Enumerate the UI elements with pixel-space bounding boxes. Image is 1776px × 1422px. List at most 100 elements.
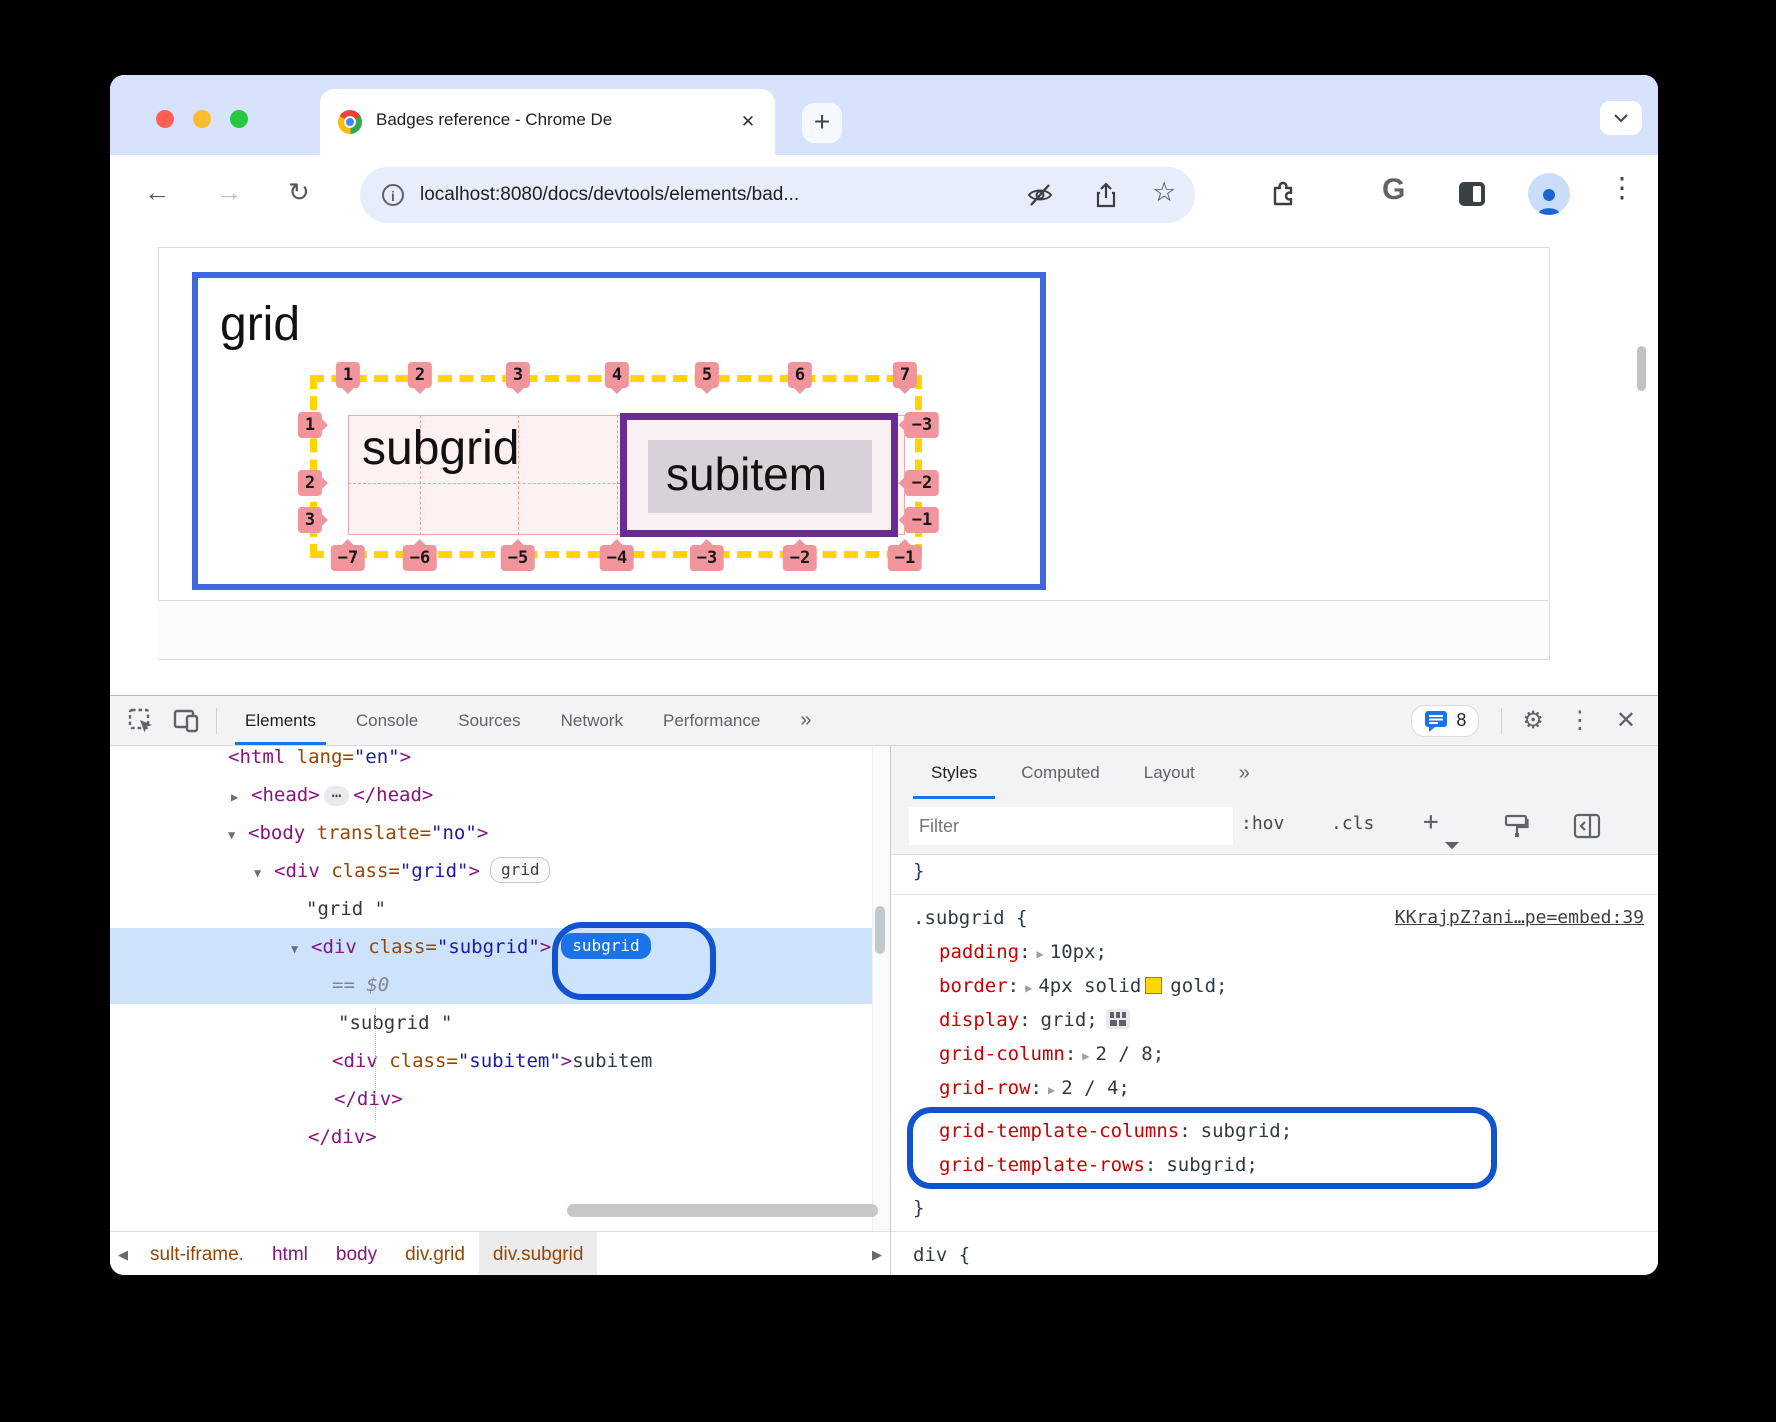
new-style-rule-button[interactable]: + xyxy=(1423,807,1439,837)
page-content: grid subgrid subitem 1 2 3 4 5 6 7 −7 −6… xyxy=(110,235,1658,695)
dom-row-div-subitem[interactable]: <div class="subitem">subitem xyxy=(110,1042,890,1080)
issues-counter-button[interactable]: 8 xyxy=(1411,705,1479,737)
extensions-puzzle-icon[interactable] xyxy=(1268,179,1298,209)
toggle-hover-state[interactable]: :hov xyxy=(1241,813,1284,834)
reload-button[interactable]: ↻ xyxy=(288,177,310,208)
breadcrumb-item-iframe[interactable]: sult-iframe. xyxy=(136,1232,258,1275)
new-tab-button[interactable]: + xyxy=(802,103,842,143)
grid-line-badge: 3 xyxy=(506,362,530,388)
url-text[interactable]: localhost:8080/docs/devtools/elements/ba… xyxy=(420,184,799,206)
tab-search-button[interactable] xyxy=(1600,101,1642,135)
tab-console[interactable]: Console xyxy=(336,696,438,745)
forward-button[interactable]: → xyxy=(216,177,242,208)
next-rule-partial[interactable]: div { xyxy=(891,1238,1658,1272)
dom-row-div-subgrid-selected[interactable]: ▼<div class="subgrid">subgrid xyxy=(110,928,890,966)
grid-line-badge: 5 xyxy=(695,362,719,388)
breadcrumb-item-body[interactable]: body xyxy=(322,1232,391,1275)
rule-close-brace: } xyxy=(891,1191,1658,1225)
dom-row-close-div[interactable]: </div> xyxy=(110,1118,890,1156)
css-selector[interactable]: .subgrid { xyxy=(913,901,1027,935)
side-panel-icon[interactable] xyxy=(1458,181,1486,207)
dom-row-head[interactable]: ▶<head>⋯</head> xyxy=(110,776,890,814)
breadcrumb-right-icon[interactable]: ▶ xyxy=(864,1247,890,1263)
previous-rule-close-brace: } xyxy=(891,854,1658,888)
tab-title-fade xyxy=(650,107,720,137)
grid-editor-icon[interactable] xyxy=(1106,1009,1130,1029)
grid-line-badge: 1 xyxy=(336,362,360,388)
traffic-light-minimize[interactable] xyxy=(193,110,211,128)
browser-menu-icon[interactable]: ⋮ xyxy=(1608,171,1636,204)
tab-styles[interactable]: Styles xyxy=(909,747,999,799)
css-property-border[interactable]: border:▶4px solidgold; xyxy=(891,969,1658,1003)
tab-sources[interactable]: Sources xyxy=(438,696,540,745)
google-g-icon[interactable]: G xyxy=(1382,173,1405,207)
styles-filter-input[interactable] xyxy=(909,807,1233,845)
page-scrollbar-thumb[interactable] xyxy=(1637,346,1646,391)
eye-off-icon[interactable] xyxy=(1026,181,1054,209)
breadcrumb-item-div-grid[interactable]: div.grid xyxy=(391,1232,479,1275)
tab-network[interactable]: Network xyxy=(541,696,643,745)
gold-color-swatch[interactable] xyxy=(1145,977,1162,994)
traffic-light-zoom[interactable] xyxy=(230,110,248,128)
tab-performance[interactable]: Performance xyxy=(643,696,780,745)
grid-line-badge: 6 xyxy=(788,362,812,388)
settings-gear-icon[interactable]: ⚙ xyxy=(1522,706,1544,735)
more-sidebar-tabs-icon[interactable]: » xyxy=(1217,747,1272,799)
back-button[interactable]: ← xyxy=(144,177,170,208)
dom-row-html[interactable]: <html lang="en"> xyxy=(110,746,890,776)
css-property-padding[interactable]: padding:▶10px; xyxy=(891,935,1658,969)
dom-row-grid-text[interactable]: "grid " xyxy=(110,890,890,928)
profile-avatar[interactable] xyxy=(1528,173,1570,215)
breadcrumb-left-icon[interactable]: ◀ xyxy=(110,1247,136,1263)
tab-elements[interactable]: Elements xyxy=(225,696,336,745)
elements-scrollbar-thumb[interactable] xyxy=(875,906,885,954)
rendering-emulations-icon[interactable] xyxy=(1503,813,1529,839)
devtools-panel: Elements Console Sources Network Perform… xyxy=(110,695,1658,1275)
collapse-icon[interactable]: ▼ xyxy=(291,930,311,968)
grid-badge[interactable]: grid xyxy=(490,857,551,883)
inspect-element-icon[interactable] xyxy=(128,708,154,734)
device-toolbar-icon[interactable] xyxy=(172,708,200,734)
devtools-menu-icon[interactable]: ⋮ xyxy=(1568,706,1592,735)
subgrid-badge[interactable]: subgrid xyxy=(561,933,650,959)
styles-sidebar: Styles Computed Layout » :hov .cls + xyxy=(891,746,1658,1275)
expand-shorthand-icon[interactable]: ▶ xyxy=(1031,947,1050,961)
css-property-grid-template-columns[interactable]: grid-template-columns:subgrid; xyxy=(913,1114,1491,1148)
tab-close-icon[interactable]: ✕ xyxy=(735,109,761,135)
dom-row-div-grid[interactable]: ▼<div class="grid">grid xyxy=(110,852,890,890)
breadcrumb-item-div-subgrid[interactable]: div.subgrid xyxy=(479,1232,597,1275)
expand-shorthand-icon[interactable]: ▶ xyxy=(1076,1049,1095,1063)
css-property-grid-column[interactable]: grid-column:▶2 / 8; xyxy=(891,1037,1658,1071)
more-tabs-icon[interactable]: » xyxy=(780,696,831,745)
dom-row-subgrid-text[interactable]: "subgrid " xyxy=(110,1004,890,1042)
traffic-light-close[interactable] xyxy=(156,110,174,128)
breadcrumb: ◀ sult-iframe. html body div.grid div.su… xyxy=(110,1231,890,1275)
collapse-icon[interactable]: ▼ xyxy=(254,854,274,892)
toggle-computed-sidebar-icon[interactable] xyxy=(1573,813,1601,839)
site-info-icon[interactable]: i xyxy=(382,184,404,206)
devtools-close-icon[interactable]: ✕ xyxy=(1616,706,1636,735)
dom-row-body[interactable]: ▼<body translate="no"> xyxy=(110,814,890,852)
css-property-display[interactable]: display:grid; xyxy=(891,1003,1658,1037)
toolbar-separator xyxy=(1501,708,1502,734)
css-property-grid-template-rows[interactable]: grid-template-rows:subgrid; xyxy=(913,1148,1491,1182)
elements-scrollbar-track[interactable] xyxy=(872,746,890,1231)
elements-hscrollbar-thumb[interactable] xyxy=(567,1204,878,1217)
expand-icon[interactable]: ▶ xyxy=(231,778,251,816)
stylesheet-source-link[interactable]: KKrajpZ?ani…pe=embed:39 xyxy=(1395,901,1644,935)
bookmark-star-icon[interactable]: ☆ xyxy=(1152,177,1180,205)
collapsed-content-icon[interactable]: ⋯ xyxy=(324,786,350,806)
toggle-element-classes[interactable]: .cls xyxy=(1331,813,1374,834)
browser-tab[interactable]: Badges reference - Chrome De ✕ xyxy=(320,89,775,155)
css-property-grid-row[interactable]: grid-row:▶2 / 4; xyxy=(891,1071,1658,1105)
dom-row-close-div[interactable]: </div> xyxy=(110,1080,890,1118)
expand-shorthand-icon[interactable]: ▶ xyxy=(1019,981,1038,995)
tab-layout[interactable]: Layout xyxy=(1122,747,1217,799)
breadcrumb-item-html[interactable]: html xyxy=(258,1232,322,1275)
url-bar[interactable]: i localhost:8080/docs/devtools/elements/… xyxy=(360,167,1195,223)
new-style-rule-dropdown-icon[interactable] xyxy=(1445,835,1459,849)
expand-shorthand-icon[interactable]: ▶ xyxy=(1042,1083,1061,1097)
tab-computed[interactable]: Computed xyxy=(999,747,1121,799)
collapse-icon[interactable]: ▼ xyxy=(228,816,248,854)
share-icon[interactable] xyxy=(1092,181,1120,209)
